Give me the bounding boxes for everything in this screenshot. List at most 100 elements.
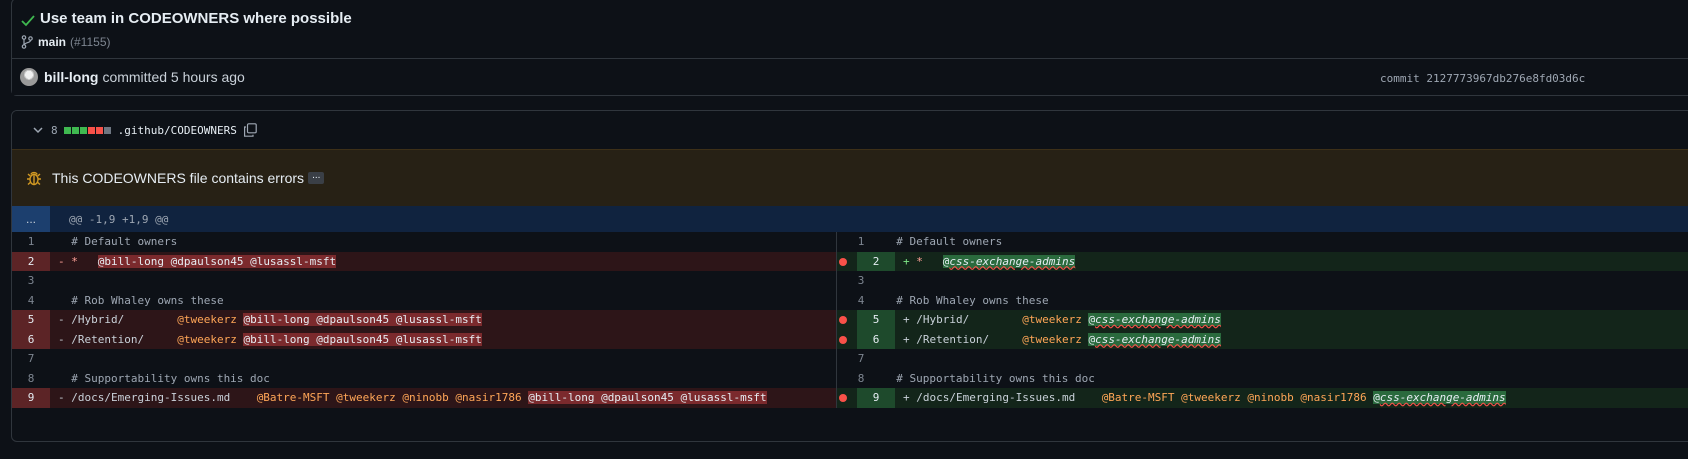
code-token: @tweekerz [1022,332,1089,346]
file-diff: 8 .github/CODEOWNERS This CODEOWNERS fil… [11,110,1688,442]
diff-row: 2- * @bill-long @dpaulson45 @lusassl-msf… [12,251,1688,272]
git-branch-icon [21,35,33,49]
diffstat-block [87,126,95,134]
diffstat-block [79,126,87,134]
commit-hash: commit 2127773967db276e8fd03d6c [1380,72,1586,85]
code-token: css-exchange-admins [1095,332,1221,346]
code-token: + /Retention/ [903,332,1023,346]
author-bar: bill-long committed 5 hours ago commit 2… [12,58,1688,95]
diff-line-left: 8 # Supportability owns this doc [12,368,837,389]
code-token: + [903,254,917,268]
avatar[interactable] [20,68,38,86]
author-link[interactable]: bill-long [44,69,98,85]
expand-hunk-button[interactable]: ... [12,206,50,232]
error-marker-icon[interactable] [839,257,847,266]
check-icon [21,15,35,27]
diff-line-right: 6 + /Retention/ @tweekerz @css-exchange-a… [837,329,1688,350]
line-number[interactable]: 8 [12,369,50,389]
line-number[interactable]: 6 [857,329,895,349]
line-number[interactable]: 3 [12,271,50,291]
copy-icon[interactable] [243,123,257,137]
code-line: # Default owners [875,232,1688,252]
commit-header: Use team in CODEOWNERS where possible ma… [11,0,1688,96]
diff-row: 33 [12,271,1688,291]
line-number[interactable]: 2 [857,251,895,271]
code-token: + /docs/Emerging-Issues.md [903,391,1102,404]
code-line: - /docs/Emerging-Issues.md @Batre-MSFT @… [50,388,836,408]
line-number[interactable]: 5 [857,310,895,330]
code-token: @bill-long @dpaulson45 @lusassl-msft [243,313,482,326]
code-token: @tweekerz [177,313,244,326]
code-token: @bill-long @dpaulson45 @lusassl-msft [528,391,767,404]
line-number[interactable]: 5 [12,310,50,330]
error-marker-icon[interactable] [839,335,847,344]
error-marker-icon[interactable] [839,394,847,402]
code-line: + /Hybrid/ @tweekerz @css-exchange-admin… [895,310,1688,330]
line-number[interactable]: 1 [847,232,875,252]
code-line: # Supportability owns this doc [875,369,1688,389]
diff-row: 9- /docs/Emerging-Issues.md @Batre-MSFT … [12,388,1688,408]
commit-title: Use team in CODEOWNERS where possible [40,9,352,27]
code-token: css-exchange-admins [949,254,1076,268]
diff-row: 6- /Retention/ @tweekerz @bill-long @dpa… [12,329,1688,350]
diffstat-block [71,126,79,134]
code-token: - /Hybrid/ [58,313,178,326]
diff-row: 5- /Hybrid/ @tweekerz @bill-long @dpauls… [12,310,1688,330]
line-number[interactable]: 4 [12,291,50,311]
diff-line-left: 5- /Hybrid/ @tweekerz @bill-long @dpauls… [12,310,837,330]
code-token: - /docs/Emerging-Issues.md [58,391,257,404]
diffstat-block [103,126,111,134]
line-number[interactable]: 6 [12,329,50,349]
hunk-range: @@ -1,9 +1,9 @@ [69,212,169,226]
error-marker-icon[interactable] [839,316,847,324]
file-header: 8 .github/CODEOWNERS [12,111,1688,149]
line-number[interactable]: 2 [12,251,50,271]
line-number[interactable]: 9 [857,388,895,408]
code-token: @Batre-MSFT @tweekerz @ninobb @nasir1786 [1101,391,1374,404]
chevron-down-icon[interactable] [33,126,43,134]
line-number[interactable]: 1 [12,232,50,252]
diff-line-left: 3 [12,271,837,291]
line-number[interactable]: 9 [12,388,50,408]
code-token: @tweekerz [177,332,244,346]
diff-line-left: 1 # Default owners [12,232,837,252]
branch-info: main (#1155) [21,35,111,49]
code-line: - /Hybrid/ @tweekerz @bill-long @dpaulso… [50,310,836,330]
branch-link[interactable]: main [38,35,66,49]
diff-line-right: 2 + * @css-exchange-admins [837,251,1688,271]
diff-line-left: 7 [12,349,837,369]
code-token: - [58,254,72,268]
code-line: + /Retention/ @tweekerz @css-exchange-ad… [895,330,1688,350]
code-token: @bill-long @dpaulson45 @lusassl-msft [97,254,337,268]
line-number[interactable]: 7 [12,349,50,369]
diffstat-block [63,126,71,134]
expand-error-button[interactable]: ... [308,171,325,184]
code-token: - /Retention/ [58,332,178,346]
code-token: # Default owners [883,235,1003,248]
code-line: - * @bill-long @dpaulson45 @lusassl-msft [50,252,836,272]
diff-line-right: 1 # Default owners [837,232,1688,252]
code-line: # Supportability owns this doc [50,369,836,389]
file-name-link[interactable]: .github/CODEOWNERS [118,124,237,137]
code-token: + /Hybrid/ [903,313,1023,326]
code-token: css-exchange-admins [1095,313,1221,326]
line-number[interactable]: 8 [847,369,875,389]
line-number[interactable]: 7 [847,349,875,369]
code-token: * [71,254,78,268]
diff-line-right: 3 [837,271,1688,291]
diffstat [63,126,112,134]
pr-link[interactable]: (#1155) [70,35,110,49]
code-token: css-exchange-admins [1379,391,1506,404]
line-number[interactable]: 4 [847,291,875,311]
diff-line-right: 9 + /docs/Emerging-Issues.md @Batre-MSFT … [837,388,1688,408]
diff-table: 1 # Default owners 1 # Default owners 2- *… [12,232,1688,408]
line-number[interactable]: 3 [847,271,875,291]
diff-line-left: 2- * @bill-long @dpaulson45 @lusassl-msf… [12,251,837,272]
diff-line-right: 4 # Rob Whaley owns these [837,291,1688,311]
diff-line-left: 4 # Rob Whaley owns these [12,290,837,311]
